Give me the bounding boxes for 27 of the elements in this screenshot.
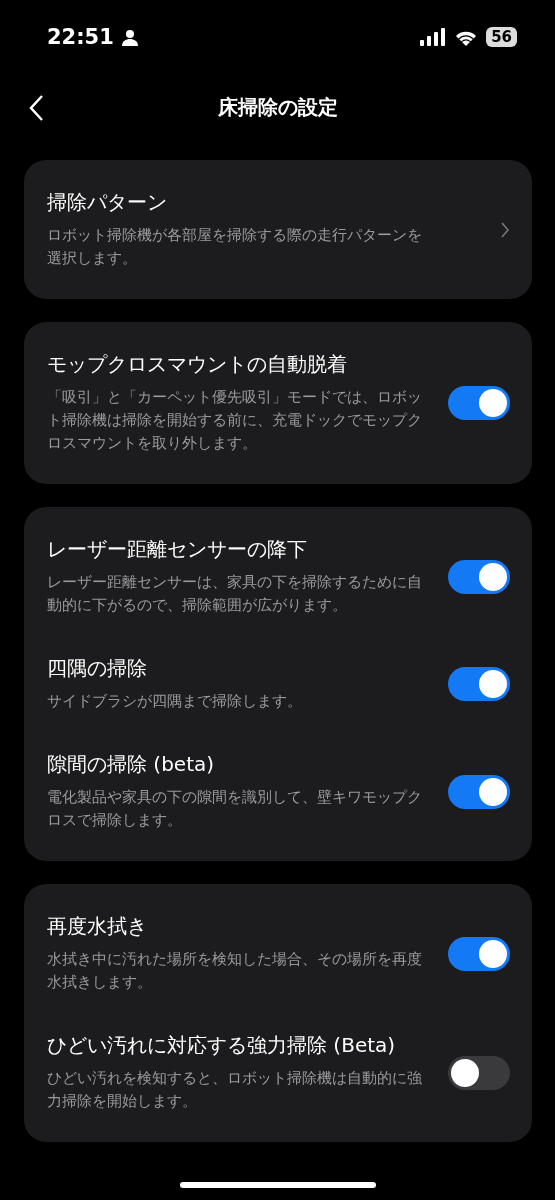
setting-title: 再度水拭き: [47, 913, 148, 940]
battery-level: 56: [486, 27, 517, 47]
setting-description: ひどい汚れを検知すると、ロボット掃除機は自動的に強力掃除を開始します。: [47, 1069, 423, 1111]
toggle-switch[interactable]: [448, 774, 510, 809]
setting-description: サイドブラシが四隅まで掃除します。: [47, 692, 303, 711]
toggle-switch[interactable]: [448, 667, 510, 701]
setting-description: 水拭き中に汚れた場所を検知した場合、その場所を再度水拭きします。: [47, 950, 423, 992]
setting-title: 隙間の掃除 (beta): [47, 751, 216, 778]
chevron-icon[interactable]: [500, 221, 510, 238]
setting-title: ひどい汚れに対応する強力掃除 (Beta): [47, 1032, 397, 1059]
setting-title: 掃除パターン: [47, 189, 168, 216]
setting-title: 四隅の掃除: [47, 655, 148, 682]
page-title: 床掃除の設定: [217, 93, 338, 121]
toggle-switch[interactable]: [448, 1055, 510, 1090]
setting-description: レーザー距離センサーは、家具の下を掃除するために自動的に下がるので、掃除範囲が広がります。: [47, 573, 423, 615]
setting-title: レーザー距離センサーの降下: [47, 536, 308, 563]
clock-time: 22:51: [47, 25, 114, 49]
setting-description: 電化製品や家具の下の隙間を識別して、壁キワモップクロスで掃除します。: [47, 788, 423, 830]
back-icon[interactable]: [28, 94, 44, 122]
person-icon: [121, 28, 138, 46]
signal-icon: [420, 28, 447, 46]
setting-description: 「吸引」と「カーペット優先吸引」モードでは、ロボット掃除機は掃除を開始する前に、充電ドックでモップクロスマウントを取り外します。: [47, 388, 423, 453]
toggle-switch[interactable]: [448, 386, 510, 420]
toggle-switch[interactable]: [448, 559, 510, 594]
setting-title: モップクロスマウントの自動脱着: [47, 351, 348, 378]
setting-description: ロボット掃除機が各部屋を掃除する際の走行パターンを選択します。: [47, 226, 423, 268]
toggle-switch[interactable]: [448, 936, 510, 971]
